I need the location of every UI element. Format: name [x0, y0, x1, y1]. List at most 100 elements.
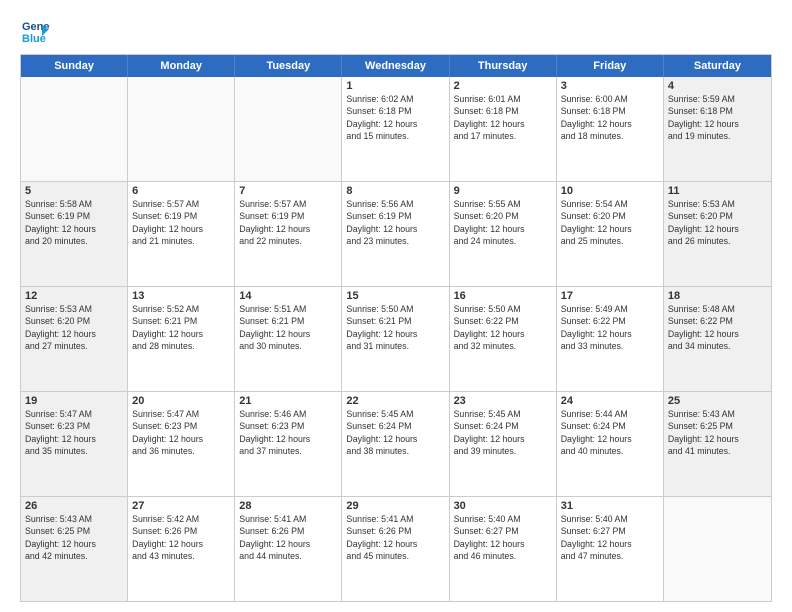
day-number: 30: [454, 500, 552, 512]
cell-info: Sunrise: 5:47 AM Sunset: 6:23 PM Dayligh…: [25, 408, 123, 457]
day-number: 5: [25, 185, 123, 197]
day-cell-20: 20Sunrise: 5:47 AM Sunset: 6:23 PM Dayli…: [128, 392, 235, 496]
day-cell-22: 22Sunrise: 5:45 AM Sunset: 6:24 PM Dayli…: [342, 392, 449, 496]
logo-icon: General Blue: [20, 16, 50, 46]
day-cell-27: 27Sunrise: 5:42 AM Sunset: 6:26 PM Dayli…: [128, 497, 235, 601]
day-number: 3: [561, 80, 659, 92]
page: General Blue SundayMondayTuesdayWednesda…: [0, 0, 792, 612]
day-header-thursday: Thursday: [450, 55, 557, 77]
day-cell-15: 15Sunrise: 5:50 AM Sunset: 6:21 PM Dayli…: [342, 287, 449, 391]
calendar-row-3: 19Sunrise: 5:47 AM Sunset: 6:23 PM Dayli…: [21, 391, 771, 496]
day-number: 13: [132, 290, 230, 302]
day-number: 18: [668, 290, 767, 302]
day-cell-28: 28Sunrise: 5:41 AM Sunset: 6:26 PM Dayli…: [235, 497, 342, 601]
calendar: SundayMondayTuesdayWednesdayThursdayFrid…: [20, 54, 772, 602]
cell-info: Sunrise: 5:58 AM Sunset: 6:19 PM Dayligh…: [25, 198, 123, 247]
cell-info: Sunrise: 5:59 AM Sunset: 6:18 PM Dayligh…: [668, 93, 767, 142]
day-cell-12: 12Sunrise: 5:53 AM Sunset: 6:20 PM Dayli…: [21, 287, 128, 391]
day-number: 31: [561, 500, 659, 512]
day-number: 16: [454, 290, 552, 302]
cell-info: Sunrise: 5:41 AM Sunset: 6:26 PM Dayligh…: [239, 513, 337, 562]
day-cell-8: 8Sunrise: 5:56 AM Sunset: 6:19 PM Daylig…: [342, 182, 449, 286]
day-cell-4: 4Sunrise: 5:59 AM Sunset: 6:18 PM Daylig…: [664, 77, 771, 181]
day-cell-23: 23Sunrise: 5:45 AM Sunset: 6:24 PM Dayli…: [450, 392, 557, 496]
calendar-row-4: 26Sunrise: 5:43 AM Sunset: 6:25 PM Dayli…: [21, 496, 771, 601]
day-header-sunday: Sunday: [21, 55, 128, 77]
cell-info: Sunrise: 6:01 AM Sunset: 6:18 PM Dayligh…: [454, 93, 552, 142]
cell-info: Sunrise: 5:50 AM Sunset: 6:22 PM Dayligh…: [454, 303, 552, 352]
cell-info: Sunrise: 5:46 AM Sunset: 6:23 PM Dayligh…: [239, 408, 337, 457]
day-number: 29: [346, 500, 444, 512]
day-number: 27: [132, 500, 230, 512]
cell-info: Sunrise: 5:51 AM Sunset: 6:21 PM Dayligh…: [239, 303, 337, 352]
day-number: 6: [132, 185, 230, 197]
day-cell-14: 14Sunrise: 5:51 AM Sunset: 6:21 PM Dayli…: [235, 287, 342, 391]
empty-cell: [21, 77, 128, 181]
day-cell-13: 13Sunrise: 5:52 AM Sunset: 6:21 PM Dayli…: [128, 287, 235, 391]
day-header-wednesday: Wednesday: [342, 55, 449, 77]
cell-info: Sunrise: 6:00 AM Sunset: 6:18 PM Dayligh…: [561, 93, 659, 142]
day-cell-21: 21Sunrise: 5:46 AM Sunset: 6:23 PM Dayli…: [235, 392, 342, 496]
cell-info: Sunrise: 5:43 AM Sunset: 6:25 PM Dayligh…: [25, 513, 123, 562]
day-number: 10: [561, 185, 659, 197]
day-number: 9: [454, 185, 552, 197]
day-number: 2: [454, 80, 552, 92]
day-number: 19: [25, 395, 123, 407]
cell-info: Sunrise: 5:42 AM Sunset: 6:26 PM Dayligh…: [132, 513, 230, 562]
day-cell-24: 24Sunrise: 5:44 AM Sunset: 6:24 PM Dayli…: [557, 392, 664, 496]
day-cell-5: 5Sunrise: 5:58 AM Sunset: 6:19 PM Daylig…: [21, 182, 128, 286]
day-header-monday: Monday: [128, 55, 235, 77]
logo: General Blue: [20, 16, 54, 46]
day-header-saturday: Saturday: [664, 55, 771, 77]
day-header-tuesday: Tuesday: [235, 55, 342, 77]
cell-info: Sunrise: 5:41 AM Sunset: 6:26 PM Dayligh…: [346, 513, 444, 562]
day-header-friday: Friday: [557, 55, 664, 77]
day-number: 17: [561, 290, 659, 302]
day-cell-30: 30Sunrise: 5:40 AM Sunset: 6:27 PM Dayli…: [450, 497, 557, 601]
cell-info: Sunrise: 5:53 AM Sunset: 6:20 PM Dayligh…: [25, 303, 123, 352]
cell-info: Sunrise: 5:50 AM Sunset: 6:21 PM Dayligh…: [346, 303, 444, 352]
cell-info: Sunrise: 5:55 AM Sunset: 6:20 PM Dayligh…: [454, 198, 552, 247]
day-cell-3: 3Sunrise: 6:00 AM Sunset: 6:18 PM Daylig…: [557, 77, 664, 181]
day-number: 4: [668, 80, 767, 92]
day-number: 14: [239, 290, 337, 302]
cell-info: Sunrise: 5:52 AM Sunset: 6:21 PM Dayligh…: [132, 303, 230, 352]
header: General Blue: [20, 16, 772, 46]
day-cell-10: 10Sunrise: 5:54 AM Sunset: 6:20 PM Dayli…: [557, 182, 664, 286]
cell-info: Sunrise: 5:45 AM Sunset: 6:24 PM Dayligh…: [346, 408, 444, 457]
day-number: 23: [454, 395, 552, 407]
day-number: 12: [25, 290, 123, 302]
cell-info: Sunrise: 5:48 AM Sunset: 6:22 PM Dayligh…: [668, 303, 767, 352]
day-number: 7: [239, 185, 337, 197]
cell-info: Sunrise: 5:54 AM Sunset: 6:20 PM Dayligh…: [561, 198, 659, 247]
cell-info: Sunrise: 5:53 AM Sunset: 6:20 PM Dayligh…: [668, 198, 767, 247]
day-number: 24: [561, 395, 659, 407]
day-number: 21: [239, 395, 337, 407]
day-cell-31: 31Sunrise: 5:40 AM Sunset: 6:27 PM Dayli…: [557, 497, 664, 601]
day-cell-9: 9Sunrise: 5:55 AM Sunset: 6:20 PM Daylig…: [450, 182, 557, 286]
cell-info: Sunrise: 5:40 AM Sunset: 6:27 PM Dayligh…: [454, 513, 552, 562]
day-cell-19: 19Sunrise: 5:47 AM Sunset: 6:23 PM Dayli…: [21, 392, 128, 496]
cell-info: Sunrise: 6:02 AM Sunset: 6:18 PM Dayligh…: [346, 93, 444, 142]
day-number: 28: [239, 500, 337, 512]
empty-cell: [664, 497, 771, 601]
day-number: 22: [346, 395, 444, 407]
day-cell-2: 2Sunrise: 6:01 AM Sunset: 6:18 PM Daylig…: [450, 77, 557, 181]
cell-info: Sunrise: 5:56 AM Sunset: 6:19 PM Dayligh…: [346, 198, 444, 247]
day-cell-17: 17Sunrise: 5:49 AM Sunset: 6:22 PM Dayli…: [557, 287, 664, 391]
cell-info: Sunrise: 5:57 AM Sunset: 6:19 PM Dayligh…: [239, 198, 337, 247]
empty-cell: [235, 77, 342, 181]
day-number: 8: [346, 185, 444, 197]
calendar-header: SundayMondayTuesdayWednesdayThursdayFrid…: [21, 55, 771, 77]
calendar-row-1: 5Sunrise: 5:58 AM Sunset: 6:19 PM Daylig…: [21, 181, 771, 286]
empty-cell: [128, 77, 235, 181]
day-cell-25: 25Sunrise: 5:43 AM Sunset: 6:25 PM Dayli…: [664, 392, 771, 496]
day-cell-26: 26Sunrise: 5:43 AM Sunset: 6:25 PM Dayli…: [21, 497, 128, 601]
day-number: 11: [668, 185, 767, 197]
calendar-body: 1Sunrise: 6:02 AM Sunset: 6:18 PM Daylig…: [21, 77, 771, 601]
day-number: 1: [346, 80, 444, 92]
cell-info: Sunrise: 5:40 AM Sunset: 6:27 PM Dayligh…: [561, 513, 659, 562]
day-number: 20: [132, 395, 230, 407]
cell-info: Sunrise: 5:44 AM Sunset: 6:24 PM Dayligh…: [561, 408, 659, 457]
day-cell-1: 1Sunrise: 6:02 AM Sunset: 6:18 PM Daylig…: [342, 77, 449, 181]
